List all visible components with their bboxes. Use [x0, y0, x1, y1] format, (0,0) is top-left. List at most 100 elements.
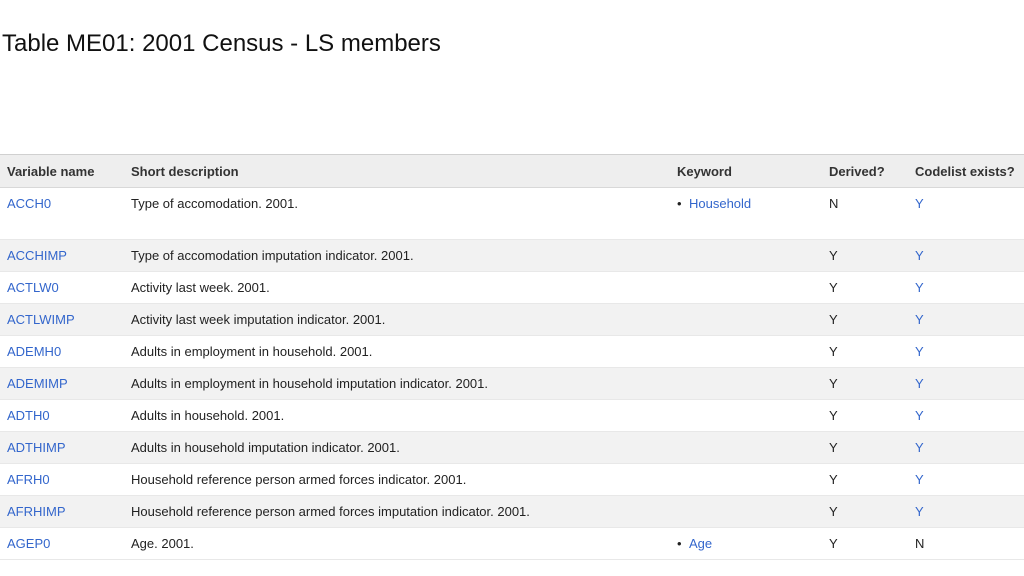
cell-variable-name: ADTHIMP — [0, 432, 124, 464]
cell-derived: Y — [829, 408, 838, 423]
cell-variable-name: ACCHIMP — [0, 240, 124, 272]
cell-short-description: Type of accomodation. 2001. — [131, 196, 298, 211]
table-row: ACCHIMP Type of accomodation imputation i… — [0, 239, 1024, 272]
cell-short-description: Type of accomodation imputation indicato… — [131, 248, 414, 263]
variable-name-link[interactable]: ADEMH0 — [7, 344, 61, 359]
codelist-link[interactable]: Y — [915, 344, 924, 359]
variable-name-link[interactable]: AFRHIMP — [7, 504, 66, 519]
cell-short-description: Household reference person armed forces … — [131, 504, 530, 519]
variable-name-link[interactable]: ADTHIMP — [7, 440, 66, 455]
variable-name-link[interactable]: ACCHIMP — [7, 248, 67, 263]
table-row: ADEMH0 Adults in employment in household.… — [0, 336, 1024, 368]
bullet-icon: • — [677, 536, 682, 551]
page-title: Table ME01: 2001 Census - LS members — [2, 30, 441, 57]
table-row: ADEMIMP Adults in employment in household… — [0, 367, 1024, 400]
cell-variable-name: AFRHIMP — [0, 496, 124, 528]
cell-variable-name: ADTH0 — [0, 400, 124, 432]
variable-name-link[interactable]: ADTH0 — [7, 408, 50, 423]
cell-derived: Y — [829, 440, 838, 455]
variable-name-link[interactable]: ACTLW0 — [7, 280, 59, 295]
cell-codelist-exists: N — [908, 528, 1024, 560]
codelist-value: N — [915, 536, 925, 551]
cell-keyword — [670, 496, 822, 528]
cell-short-description: Adults in household. 2001. — [131, 408, 285, 423]
cell-derived: Y — [829, 504, 838, 519]
cell-short-description: Adults in household imputation indicator… — [131, 440, 400, 455]
cell-short-description: Adults in employment in household. 2001. — [131, 344, 373, 359]
bullet-icon: • — [677, 196, 682, 211]
variable-name-link[interactable]: ACCH0 — [7, 196, 51, 211]
cell-codelist-exists: Y — [908, 336, 1024, 368]
codelist-link[interactable]: Y — [915, 472, 924, 487]
table-body: ACCH0 Type of accomodation. 2001. • Househo… — [0, 188, 1024, 560]
keyword-link[interactable]: Age — [689, 536, 712, 551]
table-row: AFRHIMP Household reference person armed … — [0, 495, 1024, 528]
cell-variable-name: ACCH0 — [0, 188, 124, 240]
variables-table: Variable name Short description Keyword … — [0, 154, 1024, 560]
table-row: AGEP0 Age. 2001. • Age Y N — [0, 528, 1024, 560]
codelist-link[interactable]: Y — [915, 408, 924, 423]
cell-variable-name: ACTLWIMP — [0, 304, 124, 336]
cell-keyword: • Household — [670, 188, 822, 240]
codelist-link[interactable]: Y — [915, 280, 924, 295]
table-row: ACTLW0 Activity last week. 2001. Y Y — [0, 272, 1024, 304]
cell-derived: Y — [829, 280, 838, 295]
cell-codelist-exists: Y — [908, 272, 1024, 304]
keyword-link[interactable]: Household — [689, 196, 751, 211]
codelist-link[interactable]: Y — [915, 440, 924, 455]
cell-codelist-exists: Y — [908, 240, 1024, 272]
cell-short-description: Activity last week imputation indicator.… — [131, 312, 386, 327]
cell-keyword — [670, 432, 822, 464]
cell-short-description: Activity last week. 2001. — [131, 280, 270, 295]
keyword-list: • Household — [677, 196, 822, 212]
cell-codelist-exists: Y — [908, 188, 1024, 240]
variable-name-link[interactable]: AFRH0 — [7, 472, 50, 487]
table-row: ADTH0 Adults in household. 2001. Y Y — [0, 400, 1024, 432]
cell-codelist-exists: Y — [908, 368, 1024, 400]
header-short-description[interactable]: Short description — [124, 155, 670, 188]
variable-name-link[interactable]: AGEP0 — [7, 536, 50, 551]
cell-variable-name: AFRH0 — [0, 464, 124, 496]
table-row: AFRH0 Household reference person armed fo… — [0, 464, 1024, 496]
cell-codelist-exists: Y — [908, 304, 1024, 336]
cell-variable-name: ACTLW0 — [0, 272, 124, 304]
codelist-link[interactable]: Y — [915, 312, 924, 327]
cell-codelist-exists: Y — [908, 496, 1024, 528]
header-derived[interactable]: Derived? — [822, 155, 908, 188]
cell-derived: Y — [829, 248, 838, 263]
cell-keyword — [670, 464, 822, 496]
cell-derived: Y — [829, 376, 838, 391]
codelist-link[interactable]: Y — [915, 504, 924, 519]
cell-keyword — [670, 240, 822, 272]
codelist-link[interactable]: Y — [915, 196, 924, 211]
cell-keyword — [670, 336, 822, 368]
header-variable-name[interactable]: Variable name — [0, 155, 124, 188]
cell-derived: Y — [829, 312, 838, 327]
cell-keyword — [670, 304, 822, 336]
cell-variable-name: ADEMIMP — [0, 368, 124, 400]
codelist-link[interactable]: Y — [915, 248, 924, 263]
table-row: ACCH0 Type of accomodation. 2001. • Househo… — [0, 188, 1024, 240]
cell-derived: Y — [829, 344, 838, 359]
page: Table ME01: 2001 Census - LS members Var… — [0, 0, 1024, 576]
cell-short-description: Adults in employment in household imputa… — [131, 376, 488, 391]
cell-codelist-exists: Y — [908, 464, 1024, 496]
cell-keyword — [670, 400, 822, 432]
variable-name-link[interactable]: ADEMIMP — [7, 376, 68, 391]
cell-derived: Y — [829, 472, 838, 487]
cell-variable-name: ADEMH0 — [0, 336, 124, 368]
header-keyword[interactable]: Keyword — [670, 155, 822, 188]
header-codelist-exists[interactable]: Codelist exists? — [908, 155, 1024, 188]
cell-derived: Y — [829, 536, 838, 551]
cell-short-description: Age. 2001. — [131, 536, 194, 551]
cell-keyword — [670, 272, 822, 304]
cell-short-description: Household reference person armed forces … — [131, 472, 467, 487]
variable-name-link[interactable]: ACTLWIMP — [7, 312, 75, 327]
table-row: ACTLWIMP Activity last week imputation in… — [0, 303, 1024, 336]
cell-keyword — [670, 368, 822, 400]
cell-codelist-exists: Y — [908, 400, 1024, 432]
cell-keyword: • Age — [670, 528, 822, 560]
table-row: ADTHIMP Adults in household imputation in… — [0, 431, 1024, 464]
codelist-link[interactable]: Y — [915, 376, 924, 391]
table-header-row: Variable name Short description Keyword … — [0, 154, 1024, 188]
